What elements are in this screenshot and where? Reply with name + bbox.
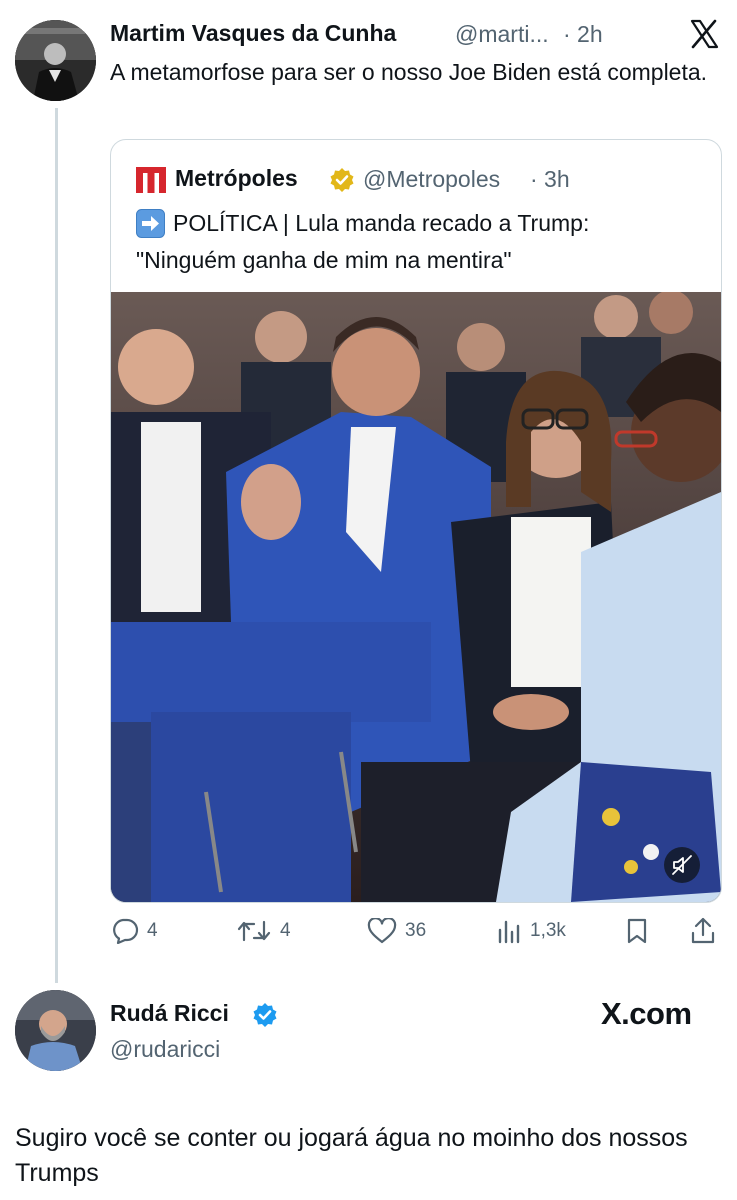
- x-com-watermark: X.com: [601, 996, 692, 1031]
- quoted-author-name[interactable]: Metrópoles: [175, 165, 298, 192]
- views-action[interactable]: 1,3k: [496, 918, 566, 944]
- arrow-right-emoji-icon: [136, 209, 165, 238]
- author-handle[interactable]: @marti...: [455, 21, 549, 48]
- quoted-author-handle[interactable]: @Metropoles: [363, 166, 500, 193]
- quoted-time[interactable]: · 3h: [530, 166, 570, 193]
- views-icon: [498, 920, 520, 944]
- reply-count: 4: [147, 920, 158, 941]
- like-icon: [367, 918, 397, 944]
- reply-author-photo: [15, 990, 96, 1071]
- like-count: 36: [405, 920, 427, 941]
- mute-icon[interactable]: [664, 847, 700, 883]
- reply-author-handle[interactable]: @rudaricci: [110, 1036, 220, 1063]
- quoted-media-video[interactable]: [111, 292, 721, 902]
- like-action[interactable]: 36: [367, 918, 426, 944]
- thread-line: [55, 108, 58, 983]
- tweet-text: A metamorfose para ser o nosso Joe Biden…: [110, 59, 708, 85]
- reply-author-avatar[interactable]: [15, 990, 96, 1071]
- quoted-tweet-card[interactable]: Metrópoles @Metropoles · 3h POLÍTICA | L…: [110, 139, 722, 903]
- reply-text: Sugiro você se conter ou jogará água no …: [15, 1124, 688, 1187]
- quoted-text-line2: "Ninguém ganha de mim na mentira": [136, 247, 512, 273]
- quoted-text-line1: POLÍTICA | Lula manda recado a Trump:: [173, 210, 590, 236]
- views-count: 1,3k: [530, 920, 566, 941]
- bookmark-icon[interactable]: [625, 918, 649, 944]
- retweet-icon: [237, 920, 271, 942]
- metropoles-logo: [136, 167, 166, 193]
- close-x-icon[interactable]: [688, 18, 720, 50]
- tweet-time[interactable]: · 2h: [563, 21, 603, 48]
- reply-action[interactable]: 4: [111, 918, 158, 944]
- share-icon[interactable]: [690, 917, 716, 945]
- author-name[interactable]: Martim Vasques da Cunha: [110, 20, 396, 47]
- reply-verified-badge-icon: [252, 1002, 278, 1028]
- author-avatar[interactable]: [15, 20, 96, 101]
- retweet-count: 4: [280, 920, 291, 941]
- retweet-action[interactable]: 4: [236, 918, 291, 944]
- reply-icon: [113, 918, 139, 944]
- author-photo: [15, 20, 96, 101]
- reply-author-name[interactable]: Rudá Ricci: [110, 1000, 229, 1027]
- verified-badge-icon: [329, 167, 355, 193]
